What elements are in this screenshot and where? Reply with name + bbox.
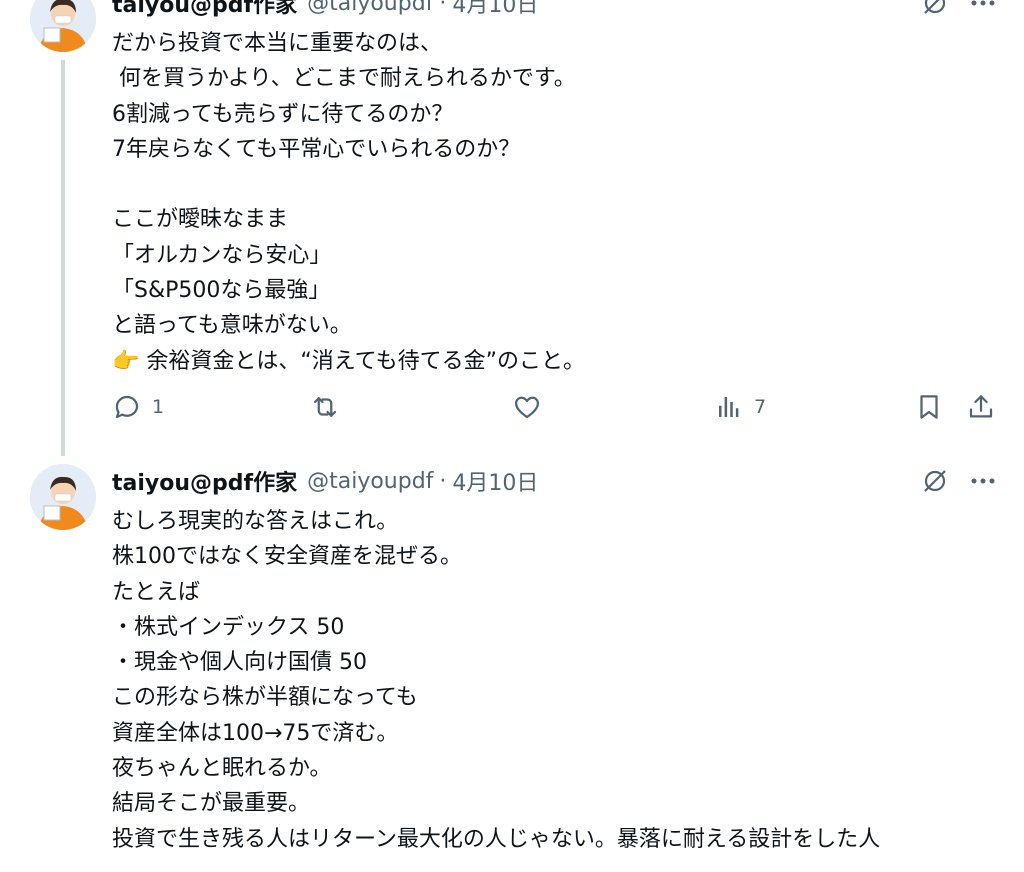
views-count: 7 [754,396,767,418]
tweet-date[interactable]: 4月10日 [452,465,538,497]
tweet-actions: 1 7 [108,387,1008,427]
repost-icon [310,392,340,422]
text-line: 「オルカンなら安心」 [112,242,332,268]
author-handle[interactable]: @taiyoupdf [307,469,433,494]
text-line: 夜ちゃんと眠れるか。 [112,756,332,782]
bookmark-button[interactable] [914,387,944,427]
text-line: むしろ現実的な答えはこれ。 [112,509,399,534]
author-handle[interactable]: @taiyoupdf [307,0,433,16]
thread-line [61,60,65,456]
tweet-1: taiyou@pdf作家 @taiyoupdf · 4月10日 だから投資で本当… [0,0,1024,460]
text-line: 「S&P500なら最強」 [112,278,331,304]
repost-button[interactable] [310,387,340,427]
grok-icon[interactable] [918,464,952,498]
text-line: 何を買うかより、どこまで耐えられるかです。 [112,66,576,92]
text-line: 投資で生き残る人はリターン最大化の人じゃない。暴落に耐える設計をした人 [112,826,881,852]
separator-dot: · [439,0,447,16]
more-icon[interactable] [966,0,1000,20]
share-icon [966,392,996,422]
text-line: ・株式インデックス 50 [112,614,345,640]
text-line [112,167,992,202]
tweet-text: むしろ現実的な答えはこれ。 株100ではなく安全資産を混ぜる。 たとえば ・株式… [112,504,992,857]
avatar[interactable] [30,464,96,530]
views-icon [714,392,744,422]
reply-icon [112,392,142,422]
share-button[interactable] [966,387,996,427]
text-line: ここが曖昧なまま [112,207,289,233]
views-button[interactable]: 7 [714,387,766,427]
separator-dot: · [439,468,447,494]
reply-button[interactable]: 1 [112,387,164,427]
text-line: 6割減っても売らずに待てるのか？ [112,101,454,127]
text-line: 結局そこが最重要。 [112,791,311,817]
author-name[interactable]: taiyou@pdf作家 [112,0,297,19]
reply-count: 1 [152,396,165,418]
text-line: と語っても意味がない。 [112,313,352,339]
text-line: ・現金や個人向け国債 50 [112,650,367,676]
tweet-text: だから投資で本当に重要なのは、 何を買うかより、どこまで耐えられるかです。 6割… [112,26,992,379]
text-line: たとえば [112,579,201,605]
author-name[interactable]: taiyou@pdf作家 [112,465,297,497]
text-line: 資産全体は100→75で済む。 [112,720,399,746]
avatar[interactable] [30,0,96,52]
grok-icon[interactable] [918,0,952,20]
tweet-header: taiyou@pdf作家 @taiyoupdf · 4月10日 [112,0,538,20]
tweet-date[interactable]: 4月10日 [452,0,538,19]
text-line: 👉 余裕資金とは、“消えても待てる金”のこと。 [112,348,585,374]
text-line: 株100ではなく安全資産を混ぜる。 [112,544,462,570]
text-line: 7年戻らなくても平常心でいられるのか？ [112,136,521,162]
like-icon [512,392,542,422]
more-icon[interactable] [966,464,1000,498]
like-button[interactable] [512,387,542,427]
text-line: この形なら株が半額になっても [112,685,418,711]
tweet-2: taiyou@pdf作家 @taiyoupdf · 4月10日 むしろ現実的な答… [0,460,1024,872]
text-line: だから投資で本当に重要なのは、 [112,31,443,56]
tweet-header: taiyou@pdf作家 @taiyoupdf · 4月10日 [112,464,538,498]
bookmark-icon [914,392,944,422]
